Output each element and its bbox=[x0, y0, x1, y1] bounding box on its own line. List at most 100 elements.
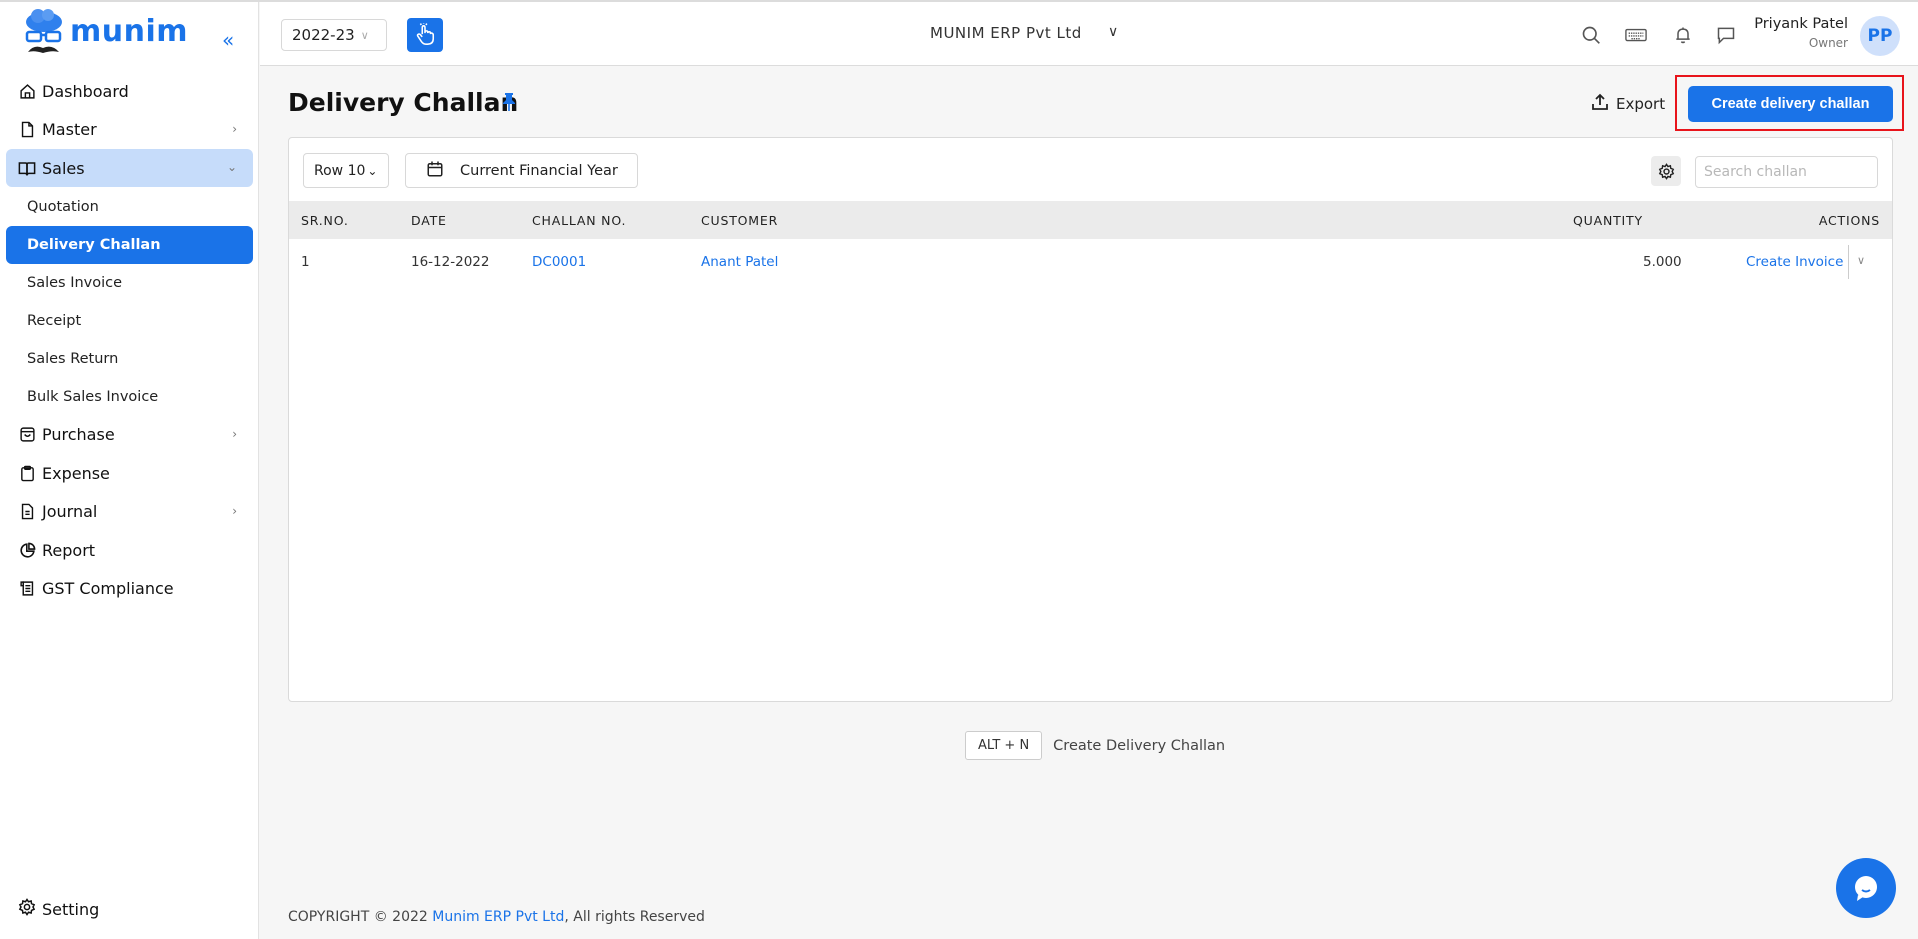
rows-per-page-value: Row 10 bbox=[314, 162, 366, 179]
document-icon bbox=[18, 503, 36, 521]
chat-bubble-icon bbox=[1855, 876, 1877, 901]
table-header: SR.NO. DATE CHALLAN NO. CUSTOMER QUANTIT… bbox=[289, 201, 1892, 239]
chevron-down-icon: ∨ bbox=[360, 28, 369, 42]
sidebar-subitem-quotation[interactable]: Quotation bbox=[6, 188, 253, 226]
cell-challan-no-link[interactable]: DC0001 bbox=[532, 254, 586, 270]
footer: COPYRIGHT © 2022 Munim ERP Pvt Ltd, All … bbox=[288, 909, 705, 925]
period-filter-button[interactable]: Current Financial Year bbox=[405, 153, 638, 188]
sidebar-subitem-label: Receipt bbox=[27, 312, 82, 329]
keyboard-shortcut-hint: ALT + N Create Delivery Challan bbox=[965, 731, 1225, 760]
logo[interactable]: munim bbox=[22, 8, 188, 60]
sidebar-item-label: Expense bbox=[42, 463, 110, 483]
sidebar-subitem-sales-return[interactable]: Sales Return bbox=[6, 340, 253, 378]
sidebar-subitem-bulk-sales-invoice[interactable]: Bulk Sales Invoice bbox=[6, 378, 253, 416]
sidebar-item-label: Master bbox=[42, 120, 97, 139]
gear-icon bbox=[18, 898, 36, 920]
shortcut-label: Create Delivery Challan bbox=[1053, 737, 1226, 754]
clipboard-icon bbox=[18, 464, 36, 482]
sidebar-item-label: Sales bbox=[42, 158, 85, 178]
action-divider bbox=[1848, 245, 1849, 279]
sidebar-subitem-delivery-challan[interactable]: Delivery Challan bbox=[6, 225, 253, 264]
book-icon bbox=[18, 159, 36, 177]
setting-label: Setting bbox=[42, 899, 100, 919]
sidebar-item-label: Dashboard bbox=[42, 81, 129, 101]
sidebar-item-journal[interactable]: Journal › bbox=[6, 493, 253, 531]
user-role: Owner bbox=[1808, 36, 1848, 50]
chevron-right-icon: › bbox=[232, 426, 237, 441]
touch-mode-button[interactable] bbox=[407, 18, 443, 52]
upload-icon bbox=[1592, 93, 1608, 115]
logo-text: munim bbox=[70, 14, 189, 49]
chevron-down-icon: ⌄ bbox=[367, 163, 378, 178]
table-settings-button[interactable] bbox=[1651, 156, 1681, 186]
sidebar-subitem-label: Bulk Sales Invoice bbox=[27, 388, 159, 405]
notification-bell-icon[interactable] bbox=[1672, 24, 1694, 46]
cell-customer-link[interactable]: Anant Patel bbox=[701, 254, 778, 270]
file-icon bbox=[18, 121, 36, 139]
sidebar-item-sales[interactable]: Sales ⌄ bbox=[6, 149, 253, 187]
column-header-sr-no[interactable]: SR.NO. bbox=[301, 213, 349, 228]
sidebar-item-dashboard[interactable]: Dashboard bbox=[6, 72, 253, 110]
sidebar-subitem-label: Quotation bbox=[27, 198, 99, 215]
sidebar-nav: Dashboard Master › Sales ⌄ Quotation Del… bbox=[6, 72, 253, 608]
column-header-challan-no[interactable]: CHALLAN NO. bbox=[532, 213, 626, 228]
company-name[interactable]: MUNIM ERP Pvt Ltd bbox=[930, 24, 1082, 42]
create-delivery-challan-button[interactable]: Create delivery challan bbox=[1688, 86, 1893, 122]
gear-icon bbox=[1658, 162, 1674, 180]
column-header-date[interactable]: DATE bbox=[411, 213, 447, 228]
footer-company-link[interactable]: Munim ERP Pvt Ltd bbox=[432, 909, 564, 925]
footer-rights: , All rights Reserved bbox=[564, 909, 705, 925]
page-title: Delivery Challan bbox=[288, 88, 519, 117]
sidebar-item-label: Report bbox=[42, 540, 96, 560]
rows-per-page-select[interactable]: Row 10 ⌄ bbox=[303, 153, 389, 188]
table-row: 1 16-12-2022 DC0001 Anant Patel 5.000 Cr… bbox=[289, 239, 1892, 285]
bag-icon bbox=[18, 426, 36, 444]
chevron-right-icon: › bbox=[232, 121, 237, 136]
receipt-icon bbox=[18, 580, 36, 598]
top-header: 2022-23 ∨ MUNIM ERP Pvt Ltd ∨ Priyank Pa… bbox=[260, 2, 1918, 66]
avatar[interactable]: PP bbox=[1860, 16, 1900, 56]
sidebar-item-purchase[interactable]: Purchase › bbox=[6, 416, 253, 454]
row-actions-chevron-down-icon[interactable]: ∨ bbox=[1857, 254, 1865, 267]
keyboard-icon[interactable] bbox=[1625, 24, 1647, 46]
sidebar-item-report[interactable]: Report bbox=[6, 531, 253, 569]
sidebar-item-setting[interactable]: Setting bbox=[18, 898, 99, 920]
shortcut-keys: ALT + N bbox=[965, 731, 1043, 760]
financial-year-value: 2022-23 bbox=[292, 26, 355, 44]
calendar-icon bbox=[426, 160, 444, 182]
column-header-customer[interactable]: CUSTOMER bbox=[701, 213, 778, 228]
collapse-sidebar-icon[interactable]: « bbox=[222, 28, 234, 52]
period-filter-label: Current Financial Year bbox=[460, 162, 618, 179]
hand-pointer-icon bbox=[416, 23, 435, 45]
sidebar-item-label: Purchase bbox=[42, 425, 115, 444]
sidebar: munim « Dashboard Master › Sales ⌄ Quota… bbox=[0, 2, 259, 939]
search-input[interactable] bbox=[1695, 156, 1878, 188]
chat-message-icon[interactable] bbox=[1715, 24, 1737, 46]
column-header-quantity[interactable]: QUANTITY bbox=[1573, 213, 1643, 228]
sidebar-item-expense[interactable]: Expense bbox=[6, 454, 253, 492]
company-chevron-down-icon[interactable]: ∨ bbox=[1108, 24, 1118, 40]
create-invoice-link[interactable]: Create Invoice bbox=[1746, 254, 1843, 270]
sidebar-subitem-label: Sales Invoice bbox=[27, 274, 123, 291]
column-header-actions: ACTIONS bbox=[1818, 213, 1880, 228]
sidebar-subitem-receipt[interactable]: Receipt bbox=[6, 302, 253, 340]
export-button[interactable]: Export bbox=[1592, 93, 1665, 115]
export-label: Export bbox=[1616, 95, 1666, 113]
user-name: Priyank Patel bbox=[1754, 16, 1848, 32]
sidebar-item-label: GST Compliance bbox=[42, 579, 174, 598]
support-chat-button[interactable] bbox=[1836, 858, 1896, 918]
footer-copyright: COPYRIGHT © 2022 bbox=[288, 909, 433, 925]
cell-quantity: 5.000 bbox=[1643, 254, 1682, 270]
sidebar-subitem-label: Sales Return bbox=[27, 350, 119, 367]
challan-table-panel: Row 10 ⌄ Current Financial Year SR.NO. D… bbox=[288, 137, 1893, 702]
sidebar-item-gst-compliance[interactable]: GST Compliance bbox=[6, 570, 253, 608]
financial-year-select[interactable]: 2022-23 ∨ bbox=[281, 19, 387, 51]
sidebar-item-master[interactable]: Master › bbox=[6, 111, 253, 149]
pin-icon[interactable] bbox=[502, 92, 516, 116]
search-icon[interactable] bbox=[1580, 24, 1602, 46]
cell-date: 16-12-2022 bbox=[411, 254, 490, 270]
munim-mascot-icon bbox=[25, 9, 62, 53]
sidebar-subitem-label: Delivery Challan bbox=[27, 236, 161, 253]
chevron-down-icon: ⌄ bbox=[226, 160, 237, 174]
sidebar-subitem-sales-invoice[interactable]: Sales Invoice bbox=[6, 264, 253, 302]
